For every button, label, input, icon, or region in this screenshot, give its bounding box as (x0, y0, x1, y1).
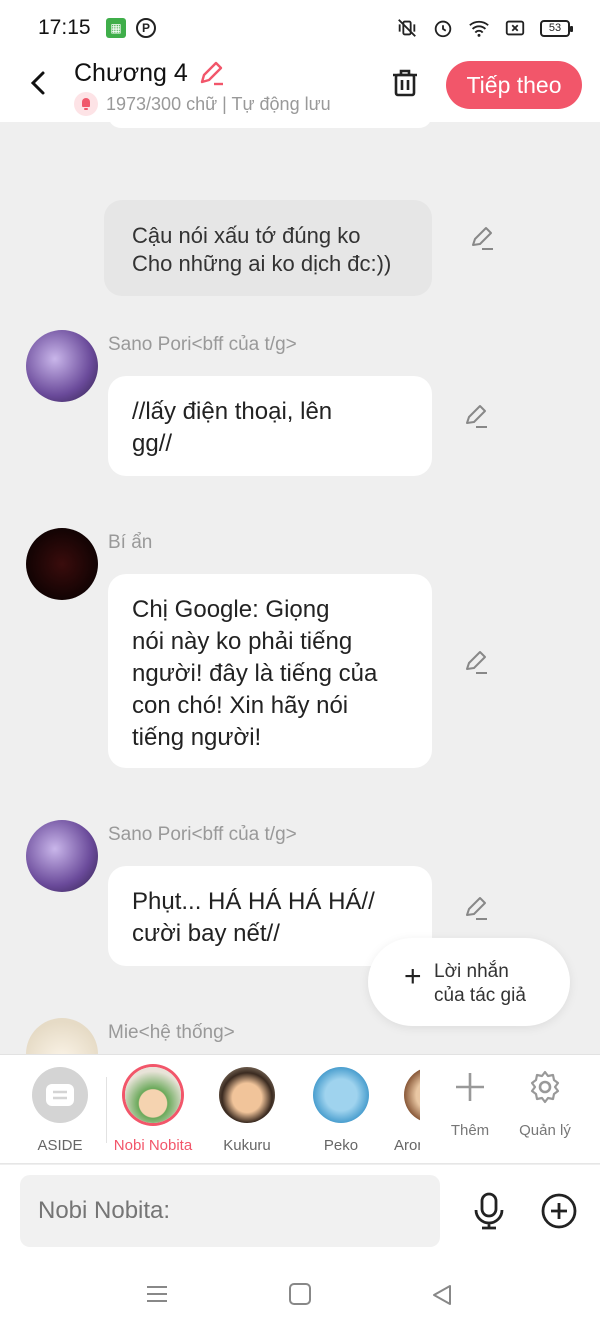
avatar[interactable] (26, 820, 98, 892)
add-label: Thêm (450, 1122, 490, 1139)
edit-icon[interactable] (462, 402, 490, 430)
message-bubble[interactable]: Chị Google: Giọng nói này ko phải tiếng … (108, 574, 432, 768)
chapter-title: Chương 4 (74, 58, 188, 87)
character-aron[interactable]: Aron (368, 1067, 428, 1154)
header: Chương 4 1973/300 chữ | Tự động lưu Tiếp… (0, 56, 600, 122)
character-name: Mie<hệ thống> (108, 1022, 235, 1043)
message-line: Cho những ai ko dịch đc:)) (132, 251, 392, 276)
manage-label: Quản lý (519, 1122, 571, 1139)
pinterest-icon: P (136, 18, 156, 38)
character-kukuru[interactable]: Kukuru (202, 1067, 292, 1154)
back-triangle-icon[interactable] (430, 1283, 454, 1307)
message-line: nói này ko phải tiếng (132, 628, 353, 655)
avatar (219, 1067, 275, 1123)
pencil-icon[interactable] (196, 58, 226, 88)
divider (106, 1077, 107, 1143)
character-label: Nobi Nobita (113, 1137, 193, 1154)
sim-icon (505, 20, 525, 36)
menu-icon[interactable] (146, 1285, 168, 1303)
message-line: cười bay nết// (132, 920, 280, 947)
character-label: ASIDE (37, 1137, 83, 1154)
edit-icon[interactable] (468, 224, 496, 252)
bell-icon (74, 92, 98, 116)
next-button[interactable]: Tiếp theo (446, 61, 582, 109)
character-name: Sano Pori<bff của t/g> (108, 334, 297, 355)
system-nav-bar (0, 1271, 600, 1331)
character-name: Sano Pori<bff của t/g> (108, 824, 297, 845)
manage-characters-button[interactable]: Quản lý (510, 1069, 580, 1139)
plus-icon (456, 1073, 484, 1101)
vibrate-mute-icon (398, 19, 416, 37)
gear-icon (530, 1070, 560, 1104)
character-aside[interactable]: ASIDE (15, 1067, 105, 1154)
page-title[interactable]: Chương 4 (74, 58, 226, 88)
avatar[interactable] (26, 1018, 98, 1054)
message-bubble[interactable]: //lấy điện thoại, lên gg// (108, 376, 432, 476)
wifi-icon (469, 20, 489, 37)
back-arrow-icon[interactable] (24, 68, 54, 98)
message-line: tiếng người! (132, 724, 262, 751)
status-bar: 17:15 ▦ P 53 (0, 0, 600, 56)
aside-icon (32, 1067, 88, 1123)
edit-icon[interactable] (462, 648, 490, 676)
character-label: Aron (394, 1137, 426, 1154)
message-line: người! đây là tiếng của (132, 660, 378, 687)
add-character-button[interactable]: Thêm (435, 1069, 505, 1139)
plus-icon: + (404, 960, 422, 993)
alarm-icon (434, 20, 452, 38)
avatar (313, 1067, 369, 1123)
message-line: con chó! Xin hãy nói (132, 692, 349, 719)
character-label: Kukuru (223, 1137, 271, 1154)
avatar (125, 1067, 181, 1123)
character-selector: ASIDE Nobi Nobita Kukuru Peko Aron Thêm … (0, 1054, 600, 1164)
author-note-label: Lời nhắn (434, 961, 509, 982)
message-line: gg// (132, 430, 173, 457)
status-time: 17:15 (38, 16, 91, 39)
microphone-icon[interactable] (470, 1191, 508, 1231)
battery-icon: 53 (540, 19, 573, 37)
word-count-status: 1973/300 chữ | Tự động lưu (74, 92, 331, 116)
avatar[interactable] (26, 528, 98, 600)
trash-icon[interactable] (388, 66, 422, 100)
aside-bubble[interactable]: Cậu nói xấu tớ đúng ko Cho những ai ko d… (104, 200, 432, 296)
message-line: Cậu nói xấu tớ đúng ko (132, 223, 361, 248)
add-circle-icon[interactable] (540, 1192, 578, 1230)
message-line: //lấy điện thoại, lên (132, 398, 333, 425)
edit-icon[interactable] (462, 894, 490, 922)
chat-area: Cậu nói xấu tớ đúng ko Cho những ai ko d… (0, 122, 600, 1054)
home-icon[interactable] (289, 1283, 311, 1305)
app-notification-icon: ▦ (106, 18, 126, 38)
word-count-text: 1973/300 chữ | Tự động lưu (106, 93, 331, 114)
previous-message-bubble (108, 122, 432, 128)
character-name: Bí ẩn (108, 532, 153, 553)
author-note-button[interactable]: + Lời nhắn của tác giả (368, 938, 570, 1026)
input-bar (0, 1165, 600, 1333)
character-nobi-nobita[interactable]: Nobi Nobita (108, 1067, 198, 1154)
author-note-label: của tác giả (434, 985, 526, 1006)
message-line: Phụt... HÁ HÁ HÁ HÁ// (132, 888, 375, 915)
avatar[interactable] (26, 330, 98, 402)
message-line: Chị Google: Giọng (132, 596, 330, 623)
message-input[interactable] (20, 1175, 440, 1247)
